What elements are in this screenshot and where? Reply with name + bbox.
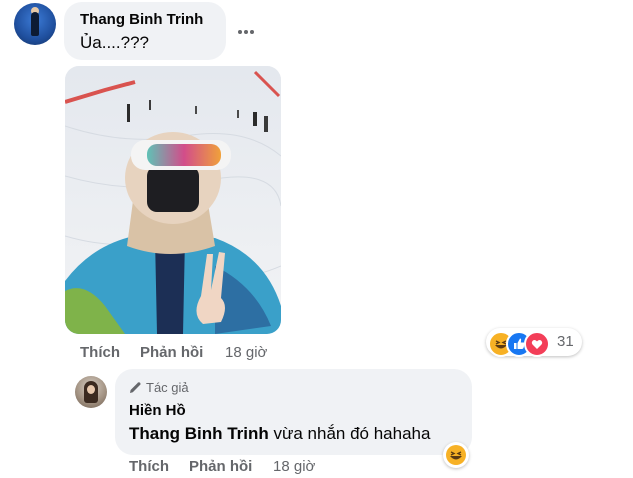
comment-photo[interactable] [65,66,281,334]
author-badge-label: Tác giả [146,380,189,395]
pencil-icon [129,381,142,397]
reply-timestamp[interactable]: 18 giờ [273,458,315,475]
photo-ski-selfie [65,66,281,334]
commenter-avatar[interactable] [14,3,56,45]
reaction-count: 31 [557,333,574,350]
love-reaction-icon [524,331,550,357]
comment-timestamp[interactable]: 18 giờ [225,344,267,361]
reply-reply-action[interactable]: Phản hồi [189,458,252,475]
reply-author[interactable]: Hiền Hồ [129,402,186,419]
haha-reaction-icon [446,445,466,465]
like-action[interactable]: Thích [80,344,120,361]
comment-text: Ủa....??? [80,33,149,52]
comment-author[interactable]: Thang Binh Trinh [80,11,203,28]
reply-text: Thang Binh Trinh vừa nhắn đó hahaha [129,424,430,444]
more-horizontal-icon[interactable] [237,24,255,35]
reply-action[interactable]: Phản hồi [140,344,203,361]
reply-body: vừa nhắn đó hahaha [268,424,431,443]
author-badge: Tác giả [129,380,189,397]
reply-like-action[interactable]: Thích [129,458,169,475]
reaction-summary[interactable]: 31 [486,328,582,357]
reply-author-avatar[interactable] [75,376,107,408]
mention-link[interactable]: Thang Binh Trinh [129,424,269,443]
reply-reaction[interactable] [443,442,469,468]
